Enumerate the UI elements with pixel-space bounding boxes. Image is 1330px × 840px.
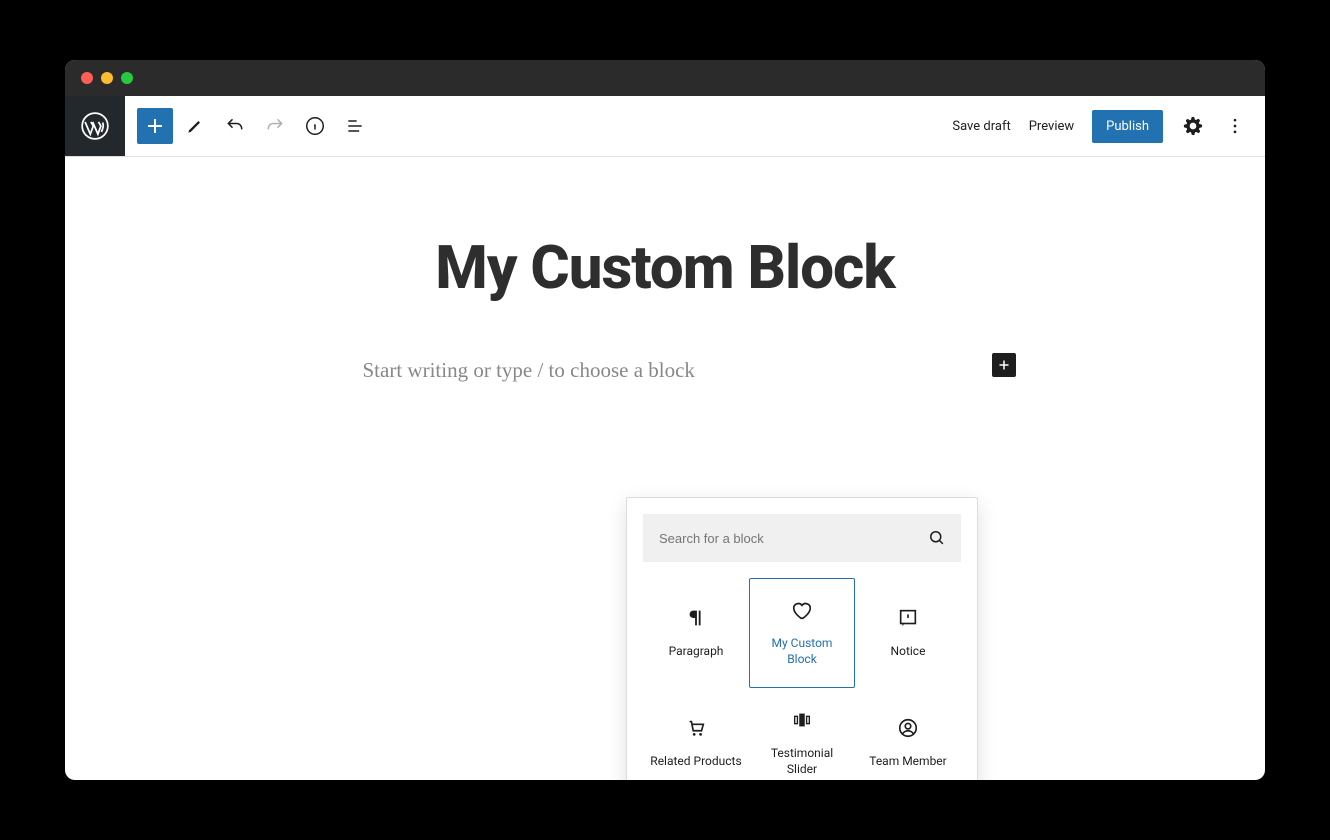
- list-icon: [345, 116, 365, 136]
- wordpress-icon: [81, 112, 109, 140]
- search-icon: [927, 528, 947, 548]
- redo-icon: [265, 116, 285, 136]
- block-item-testimonial-slider[interactable]: Testimonial Slider: [749, 688, 855, 780]
- wordpress-logo[interactable]: [65, 96, 125, 156]
- block-search-wrap: [627, 498, 977, 578]
- editor-header: Save draft Preview Publish: [65, 96, 1265, 157]
- header-right: Save draft Preview Publish: [952, 110, 1265, 143]
- toolbar-buttons: [125, 108, 373, 144]
- more-vertical-icon: [1225, 116, 1245, 136]
- edit-mode-button[interactable]: [177, 108, 213, 144]
- editor-window: Save draft Preview Publish My Custom Blo…: [65, 60, 1265, 780]
- user-icon: [896, 716, 920, 740]
- plus-icon: [995, 356, 1013, 374]
- content-area: Start writing or type / to choose a bloc…: [363, 358, 968, 383]
- block-label: Team Member: [863, 754, 953, 770]
- add-block-button[interactable]: [137, 108, 173, 144]
- block-label: My Custom Block: [750, 636, 854, 667]
- plus-icon: [143, 114, 167, 138]
- header-left: [65, 96, 373, 156]
- info-button[interactable]: [297, 108, 333, 144]
- more-menu-button[interactable]: [1223, 114, 1247, 138]
- block-label: Paragraph: [663, 644, 730, 660]
- window-titlebar: [65, 60, 1265, 96]
- editor-body: My Custom Block Start writing or type / …: [65, 157, 1265, 780]
- cart-icon: [684, 716, 708, 740]
- blocks-grid: Paragraph My Custom Block Notice: [627, 578, 977, 780]
- block-label: Notice: [885, 644, 932, 660]
- columns-icon: [790, 708, 814, 732]
- block-inserter-popover: Paragraph My Custom Block Notice: [626, 497, 978, 780]
- undo-icon: [225, 116, 245, 136]
- undo-button[interactable]: [217, 108, 253, 144]
- window-maximize-button[interactable]: [121, 72, 133, 84]
- block-item-my-custom-block[interactable]: My Custom Block: [749, 578, 855, 688]
- block-label: Related Products: [644, 754, 747, 770]
- window-close-button[interactable]: [81, 72, 93, 84]
- save-draft-link[interactable]: Save draft: [952, 119, 1010, 134]
- preview-link[interactable]: Preview: [1029, 119, 1074, 134]
- notice-icon: [896, 606, 920, 630]
- info-icon: [304, 115, 326, 137]
- settings-button[interactable]: [1181, 114, 1205, 138]
- gear-icon: [1183, 116, 1203, 136]
- paragraph-icon: [684, 606, 708, 630]
- block-placeholder[interactable]: Start writing or type / to choose a bloc…: [363, 358, 968, 383]
- outline-button[interactable]: [337, 108, 373, 144]
- pencil-icon: [185, 116, 205, 136]
- post-title[interactable]: My Custom Block: [65, 232, 1265, 303]
- publish-button[interactable]: Publish: [1092, 110, 1163, 143]
- block-search-input[interactable]: [643, 514, 961, 562]
- block-item-team-member[interactable]: Team Member: [855, 688, 961, 780]
- window-minimize-button[interactable]: [101, 72, 113, 84]
- block-item-related-products[interactable]: Related Products: [643, 688, 749, 780]
- block-item-notice[interactable]: Notice: [855, 578, 961, 688]
- block-label: Testimonial Slider: [750, 746, 854, 777]
- heart-icon: [790, 598, 814, 622]
- redo-button[interactable]: [257, 108, 293, 144]
- block-item-paragraph[interactable]: Paragraph: [643, 578, 749, 688]
- inline-add-block-button[interactable]: [992, 353, 1016, 377]
